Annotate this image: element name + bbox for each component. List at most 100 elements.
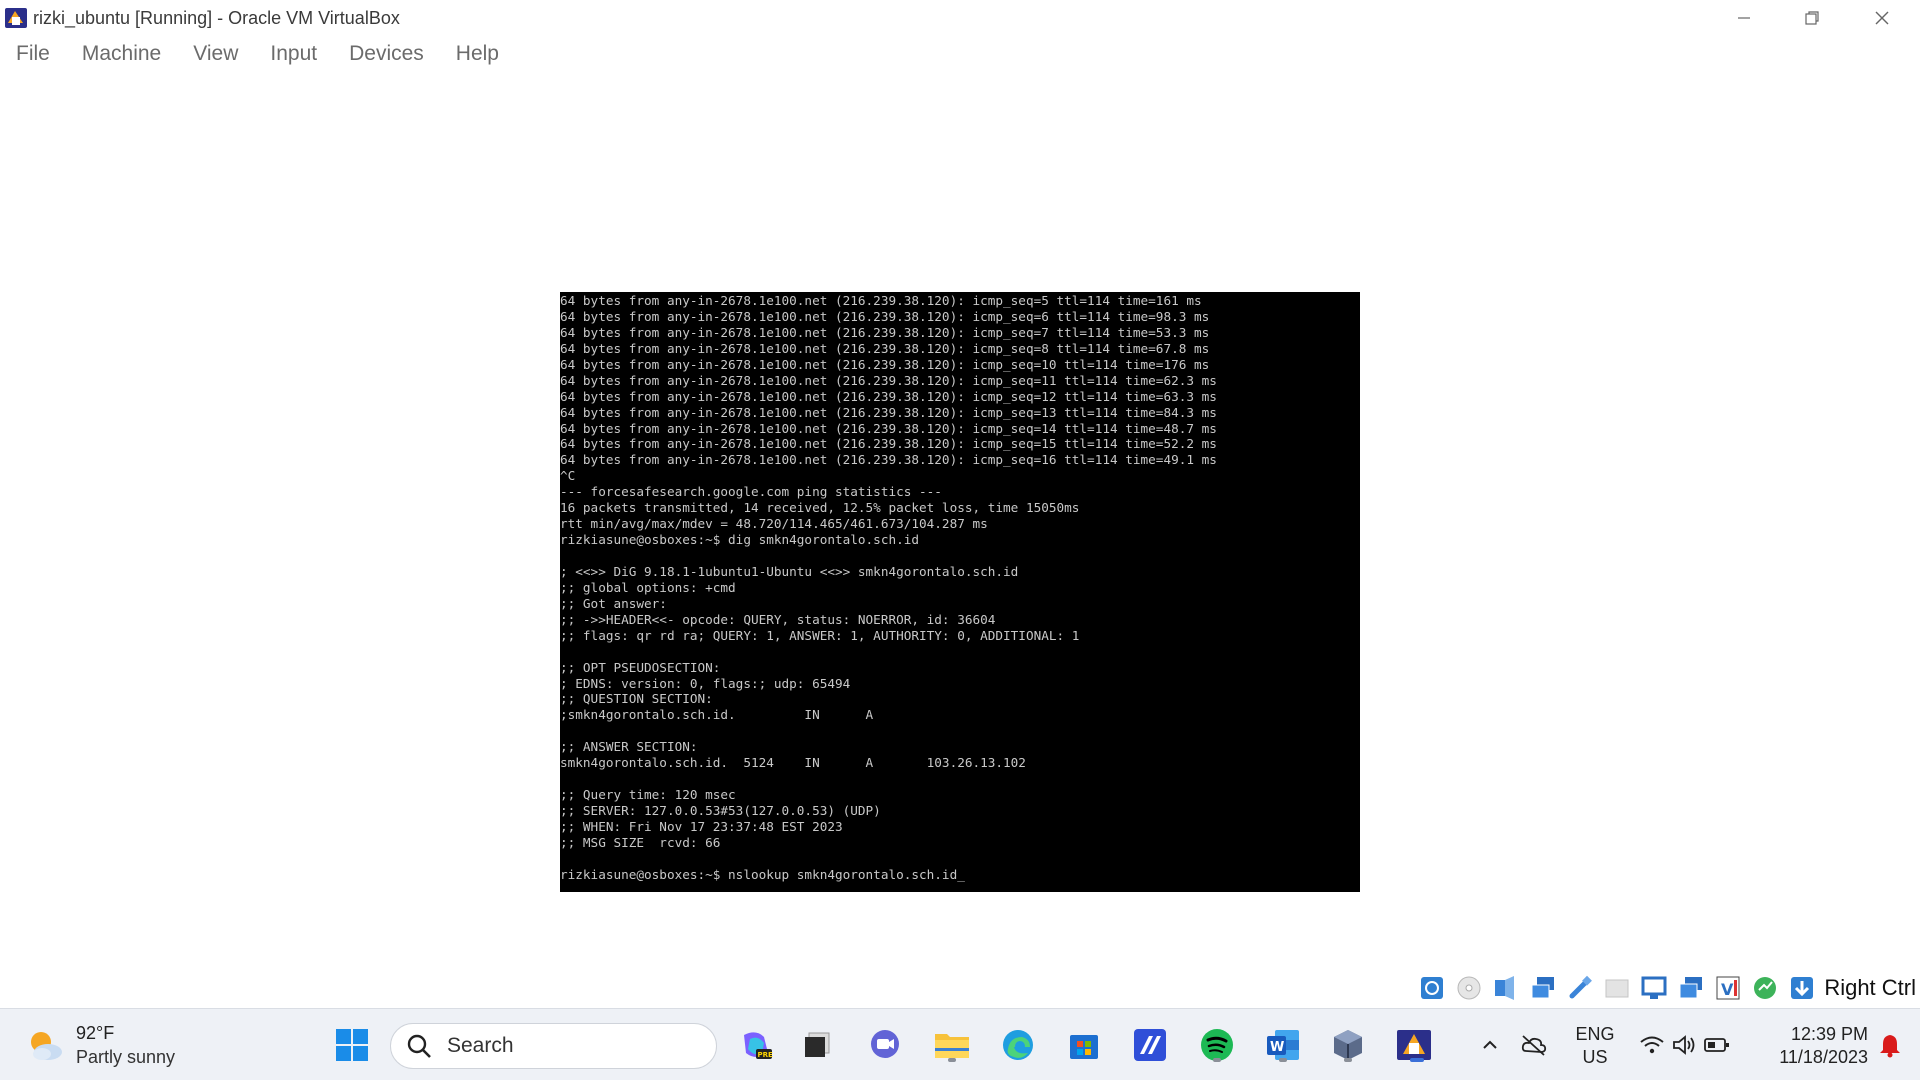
terminal-line: --- forcesafesearch.google.com ping stat… <box>560 484 942 500</box>
language-indicator[interactable]: ENG US <box>1570 1023 1620 1069</box>
terminal-line: 64 bytes from any-in-2678.1e100.net (216… <box>560 356 1210 372</box>
keyboard-layout: US <box>1582 1047 1608 1067</box>
menu-input[interactable]: Input <box>270 42 317 66</box>
weather-temperature: 92°F <box>76 1023 115 1043</box>
vm-status-bar: V Right Ctrl <box>0 968 1920 1008</box>
language-code: ENG <box>1575 1024 1615 1044</box>
terminal-line: ; EDNS: version: 0, flags:; udp: 65494 <box>560 675 851 691</box>
taskbar-spotify[interactable] <box>1195 1023 1239 1067</box>
terminal-line: ;; ->>HEADER<<- opcode: QUERY, status: N… <box>560 611 996 627</box>
vm-display-area[interactable]: 64 bytes from any-in-2678.1e100.net (216… <box>0 72 1920 1006</box>
terminal-line: 64 bytes from any-in-2678.1e100.net (216… <box>560 420 1217 436</box>
volume-icon <box>1673 1035 1695 1055</box>
mouse-integration-icon[interactable] <box>1786 972 1818 1004</box>
cpu-activity-icon[interactable] <box>1749 972 1781 1004</box>
terminal-line: rizkiasune@osboxes:~$ nslookup smkn4goro… <box>560 866 965 882</box>
terminal-line: ;; QUESTION SECTION: <box>560 691 713 707</box>
quick-settings-button[interactable] <box>1630 1023 1740 1067</box>
menu-help[interactable]: Help <box>456 42 499 66</box>
restore-button[interactable] <box>1782 0 1842 36</box>
host-key-label: Right Ctrl <box>1824 975 1916 1000</box>
taskbar-word[interactable]: W <box>1261 1023 1305 1067</box>
active-indicator <box>1410 1058 1424 1062</box>
window-titlebar: rizki_ubuntu [Running] - Oracle VM Virtu… <box>0 0 1920 36</box>
terminal-line: ; <<>> DiG 9.18.1-1ubuntu1-Ubuntu <<>> s… <box>560 563 1019 579</box>
task-view-icon <box>805 1032 830 1057</box>
terminal-line: 64 bytes from any-in-2678.1e100.net (216… <box>560 404 1217 420</box>
taskbar-edge[interactable] <box>996 1023 1040 1067</box>
notification-bell-icon <box>1880 1035 1900 1058</box>
folder-icon <box>935 1034 969 1058</box>
weather-description: Partly sunny <box>76 1047 176 1067</box>
recording-icon[interactable] <box>1675 972 1707 1004</box>
terminal-line: 64 bytes from any-in-2678.1e100.net (216… <box>560 324 1210 340</box>
clock[interactable]: 12:39 PM 11/18/2023 <box>1752 1023 1868 1069</box>
menu-devices[interactable]: Devices <box>349 42 424 66</box>
usb-icon[interactable] <box>1564 972 1596 1004</box>
taskbar-vm-window[interactable] <box>1392 1023 1436 1067</box>
terminal-line: smkn4gorontalo.sch.id. 5124 IN A 103.26.… <box>560 755 1026 771</box>
clock-date: 11/18/2023 <box>1779 1047 1868 1067</box>
cloud-offline-icon <box>1521 1035 1547 1056</box>
show-hidden-icons-button[interactable] <box>1470 1023 1510 1067</box>
chat-icon <box>871 1030 899 1058</box>
running-indicator <box>948 1058 956 1062</box>
partly-sunny-icon <box>31 1032 62 1060</box>
close-button[interactable] <box>1852 0 1912 36</box>
minimize-button[interactable] <box>1714 0 1774 36</box>
hard-disk-icon[interactable] <box>1416 972 1448 1004</box>
terminal-line: ^C <box>560 468 576 484</box>
audio-icon[interactable] <box>1490 972 1522 1004</box>
running-indicator <box>1344 1058 1352 1062</box>
virtualbox-app-icon <box>5 8 27 28</box>
taskbar-store[interactable] <box>1062 1023 1106 1067</box>
terminal-line: ;; WHEN: Fri Nov 17 23:37:48 EST 2023 <box>560 818 843 834</box>
battery-icon <box>1704 1038 1729 1052</box>
terminal-line: ;; global options: +cmd <box>560 579 736 595</box>
taskbar-search-box[interactable]: Search <box>390 1023 717 1069</box>
start-button[interactable] <box>330 1023 374 1067</box>
edge-icon <box>1003 1030 1033 1060</box>
running-indicator <box>1213 1058 1221 1062</box>
terminal-line: 64 bytes from any-in-2678.1e100.net (216… <box>560 308 1210 324</box>
taskbar-teams[interactable] <box>863 1023 907 1067</box>
menu-view[interactable]: View <box>193 42 238 66</box>
close-icon <box>1875 11 1889 25</box>
clock-time: 12:39 PM <box>1790 1024 1868 1044</box>
pen-app-icon <box>1134 1029 1166 1061</box>
vm-console[interactable]: 64 bytes from any-in-2678.1e100.net (216… <box>560 292 1360 892</box>
minimize-icon <box>1738 17 1750 19</box>
terminal-line: 64 bytes from any-in-2678.1e100.net (216… <box>560 436 1217 452</box>
terminal-line: 64 bytes from any-in-2678.1e100.net (216… <box>560 340 1210 356</box>
virtualization-icon[interactable]: V <box>1712 972 1744 1004</box>
terminal-line: ;; MSG SIZE rcvd: 66 <box>560 834 721 850</box>
menu-machine[interactable]: Machine <box>82 42 161 66</box>
terminal-line: rtt min/avg/max/mdev = 48.720/114.465/46… <box>560 516 988 532</box>
taskbar-copilot[interactable]: PRE <box>734 1023 778 1067</box>
terminal-line: ;; SERVER: 127.0.0.53#53(127.0.0.53) (UD… <box>560 803 881 818</box>
display-icon[interactable] <box>1638 972 1670 1004</box>
optical-drive-icon[interactable] <box>1453 972 1485 1004</box>
svg-text:V: V <box>1721 980 1734 999</box>
taskbar-app-pen[interactable] <box>1128 1023 1172 1067</box>
weather-widget[interactable]: 92°F Partly sunny <box>26 1019 206 1071</box>
search-icon <box>407 1034 431 1058</box>
copilot-icon: PRE <box>744 1032 774 1059</box>
shared-folders-icon[interactable] <box>1601 972 1633 1004</box>
restore-icon <box>1805 11 1819 25</box>
windows-logo-icon <box>336 1029 368 1061</box>
taskbar-file-explorer[interactable] <box>930 1023 974 1067</box>
onedrive-button[interactable] <box>1514 1023 1554 1067</box>
svg-text:PRE: PRE <box>758 1051 774 1059</box>
window-title: rizki_ubuntu [Running] - Oracle VM Virtu… <box>33 7 400 28</box>
network-icon[interactable] <box>1527 972 1559 1004</box>
taskbar-virtualbox-manager[interactable] <box>1326 1023 1370 1067</box>
notifications-button[interactable] <box>1872 1023 1908 1067</box>
menu-file[interactable]: File <box>16 42 50 66</box>
taskbar-task-view[interactable] <box>795 1023 839 1067</box>
